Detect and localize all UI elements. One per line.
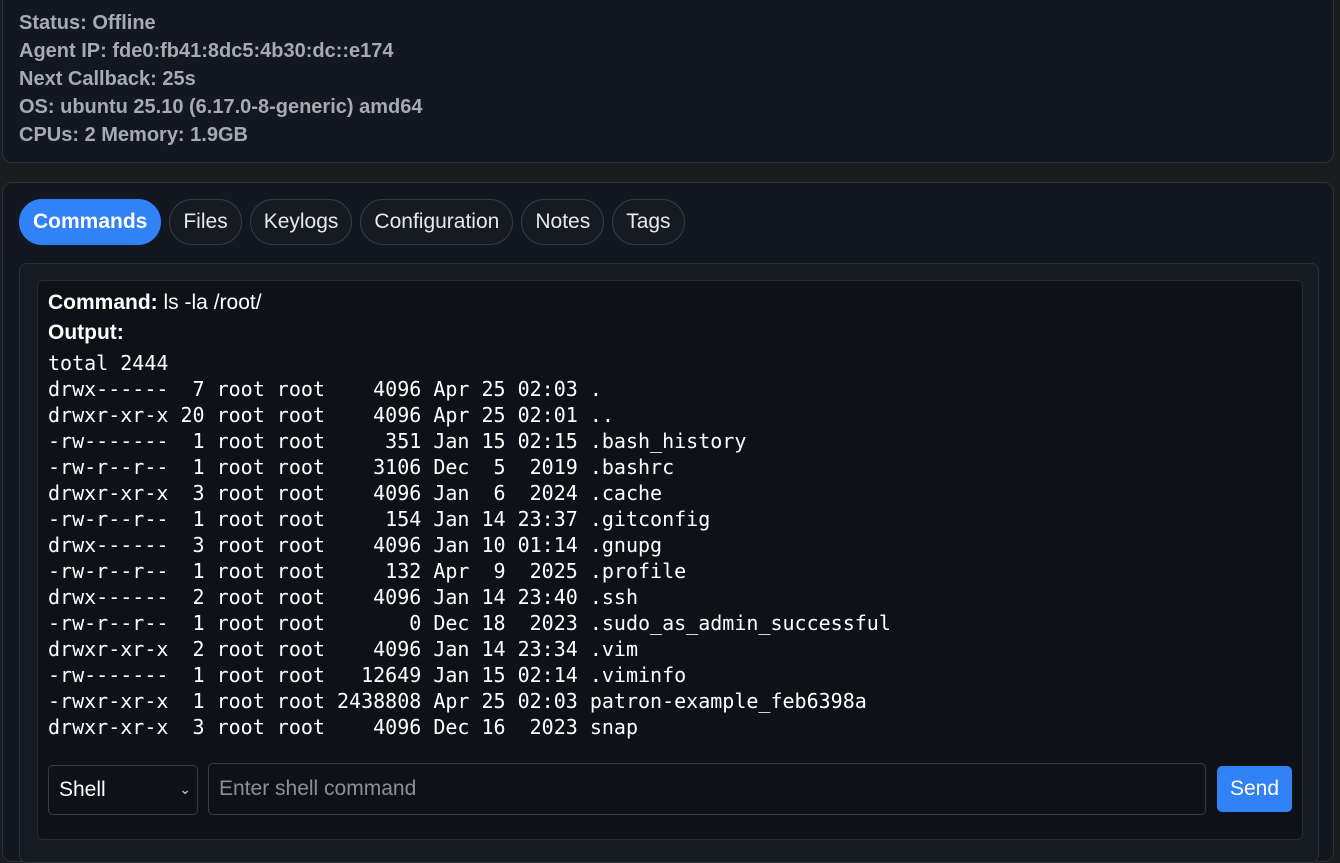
output-line: -rw-r--r-- 1 root root 132 Apr 9 2025 .p… (48, 559, 687, 583)
output-line: drwxr-xr-x 20 root root 4096 Apr 25 02:0… (48, 403, 614, 427)
chevron-down-icon: ⌄ (179, 781, 191, 797)
output-line: total 2444 (48, 351, 169, 375)
agent-ip: Agent IP: fde0:fb41:8dc5:4b30:dc::e174 (19, 40, 394, 62)
tab-notes[interactable]: Notes (521, 199, 605, 245)
tab-tags[interactable]: Tags (612, 199, 685, 245)
output-line: drwx------ 7 root root 4096 Apr 25 02:03… (48, 377, 602, 401)
output-line: -rwxr-xr-x 1 root root 2438808 Apr 25 02… (48, 689, 867, 713)
command-output: total 2444 drwx------ 7 root root 4096 A… (48, 350, 891, 740)
output-line: drwxr-xr-x 3 root root 4096 Dec 16 2023 … (48, 715, 639, 739)
agent-main-card: Commands Files Keylogs Configuration Not… (2, 182, 1334, 863)
command-label: Command: (48, 291, 158, 314)
shell-command-input[interactable] (208, 763, 1206, 815)
output-line: -rw-r--r-- 1 root root 3106 Dec 5 2019 .… (48, 455, 675, 479)
command-controls: Shell ⌄ Send (48, 763, 1292, 815)
shell-type-value: Shell (59, 778, 106, 801)
output-line: -rw------- 1 root root 12649 Jan 15 02:1… (48, 663, 687, 687)
output-line: drwx------ 2 root root 4096 Jan 14 23:40… (48, 585, 639, 609)
agent-status: Status: Offline (19, 12, 156, 34)
tab-bar: Commands Files Keylogs Configuration Not… (19, 199, 685, 245)
tab-configuration[interactable]: Configuration (360, 199, 514, 245)
output-line: drwx------ 3 root root 4096 Jan 10 01:14… (48, 533, 663, 557)
shell-type-select[interactable]: Shell ⌄ (48, 765, 198, 815)
agent-info-list: Status: Offline Agent IP: fde0:fb41:8dc5… (19, 9, 422, 149)
output-line: -rw------- 1 root root 351 Jan 15 02:15 … (48, 429, 747, 453)
output-line: -rw-r--r-- 1 root root 0 Dec 18 2023 .su… (48, 611, 891, 635)
command-text: ls -la /root/ (163, 291, 262, 314)
output-line: -rw-r--r-- 1 root root 154 Jan 14 23:37 … (48, 507, 711, 531)
commands-panel: Command: ls -la /root/ Output: total 244… (19, 263, 1319, 863)
output-line: drwxr-xr-x 2 root root 4096 Jan 14 23:34… (48, 637, 639, 661)
command-line: Command: ls -la /root/ (48, 291, 262, 315)
agent-info-card: Status: Offline Agent IP: fde0:fb41:8dc5… (2, 0, 1334, 163)
tab-files[interactable]: Files (169, 199, 242, 245)
output-line: drwxr-xr-x 3 root root 4096 Jan 6 2024 .… (48, 481, 663, 505)
command-result: Command: ls -la /root/ Output: total 244… (37, 280, 1303, 840)
tab-keylogs[interactable]: Keylogs (249, 199, 353, 245)
output-label: Output: (48, 321, 124, 344)
send-button[interactable]: Send (1217, 766, 1292, 812)
agent-resources: CPUs: 2 Memory: 1.9GB (19, 124, 248, 146)
next-callback: Next Callback: 25s (19, 68, 196, 90)
tab-commands[interactable]: Commands (19, 199, 162, 245)
agent-os: OS: ubuntu 25.10 (6.17.0-8-generic) amd6… (19, 96, 423, 118)
